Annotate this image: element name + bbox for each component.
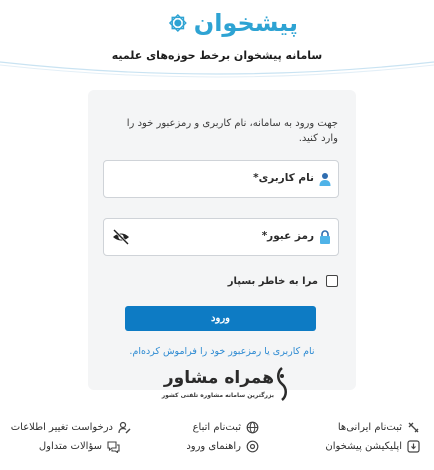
forgot-password-link[interactable]: نام کاربری یا رمزعبور خود را فراموش کرده… (88, 346, 356, 357)
watermark-subtitle: بزرگترین سامانه مشاوره تلفنی کشور (161, 392, 274, 399)
footer-link-label: ثبت‌نام ایرانی‌ها (337, 422, 402, 433)
logo-text: پیشخوان (193, 9, 298, 37)
user-icon (319, 173, 331, 186)
help-icon (246, 440, 259, 453)
login-intro: جهت ورود به سامانه، نام کاربری و رمزعبور… (126, 118, 338, 144)
footer-link-login-guide[interactable]: راهنمای ورود (186, 440, 259, 453)
remember-me[interactable]: مرا به خاطر بسپار (228, 275, 338, 287)
footer-link-label: اپلیکیشن پیشخوان (325, 441, 402, 452)
lock-icon (320, 230, 330, 244)
footer-link-label: سؤالات متداول (38, 441, 102, 452)
login-page: پیشخوان سامانه پیشخوان برخط حوزه‌های علم… (0, 0, 434, 470)
header-wave (0, 61, 434, 78)
footer-link-label: راهنمای ورود (186, 441, 241, 452)
globe-icon (246, 421, 259, 434)
username-field[interactable]: نام کاربری* (103, 160, 339, 198)
emblem-icon (168, 14, 187, 32)
remember-label: مرا به خاطر بسپار (227, 275, 318, 287)
footer-link-label: درخواست تغییر اطلاعات (10, 422, 113, 433)
username-label: نام کاربری* (253, 172, 314, 184)
faq-icon (107, 441, 120, 453)
login-card: جهت ورود به سامانه، نام کاربری و رمزعبور… (88, 90, 356, 390)
header: پیشخوان سامانه پیشخوان برخط حوزه‌های علم… (0, 0, 434, 88)
footer-link-foreign-register[interactable]: ثبت‌نام اتباع (193, 421, 259, 434)
eye-slash-icon[interactable] (112, 229, 130, 245)
password-label: رمز عبور* (261, 230, 314, 242)
login-button[interactable]: ورود (125, 306, 316, 331)
footer-link-change-info[interactable]: درخواست تغییر اطلاعات (11, 421, 131, 434)
user-edit-icon (118, 421, 131, 434)
user-register-icon (408, 422, 419, 433)
footer-links: ثبت‌نام ایرانی‌ها اپلیکیشن پیشخوان ثبت‌ن… (0, 414, 434, 464)
logo: پیشخوان (168, 6, 298, 40)
password-field[interactable]: رمز عبور* (103, 218, 339, 256)
footer-link-faq[interactable]: سؤالات متداول (39, 440, 120, 453)
remember-checkbox[interactable] (326, 275, 338, 287)
watermark: همراه مشاور بزرگترین سامانه مشاوره تلفنی… (155, 360, 290, 410)
download-app-icon (407, 440, 420, 453)
watermark-title: همراه مشاور (163, 368, 274, 388)
footer-link-app[interactable]: اپلیکیشن پیشخوان (325, 440, 420, 453)
footer-link-iranian-register[interactable]: ثبت‌نام ایرانی‌ها (338, 421, 420, 434)
watermark-emblem (277, 367, 287, 401)
footer-link-label: ثبت‌نام اتباع (192, 422, 241, 433)
